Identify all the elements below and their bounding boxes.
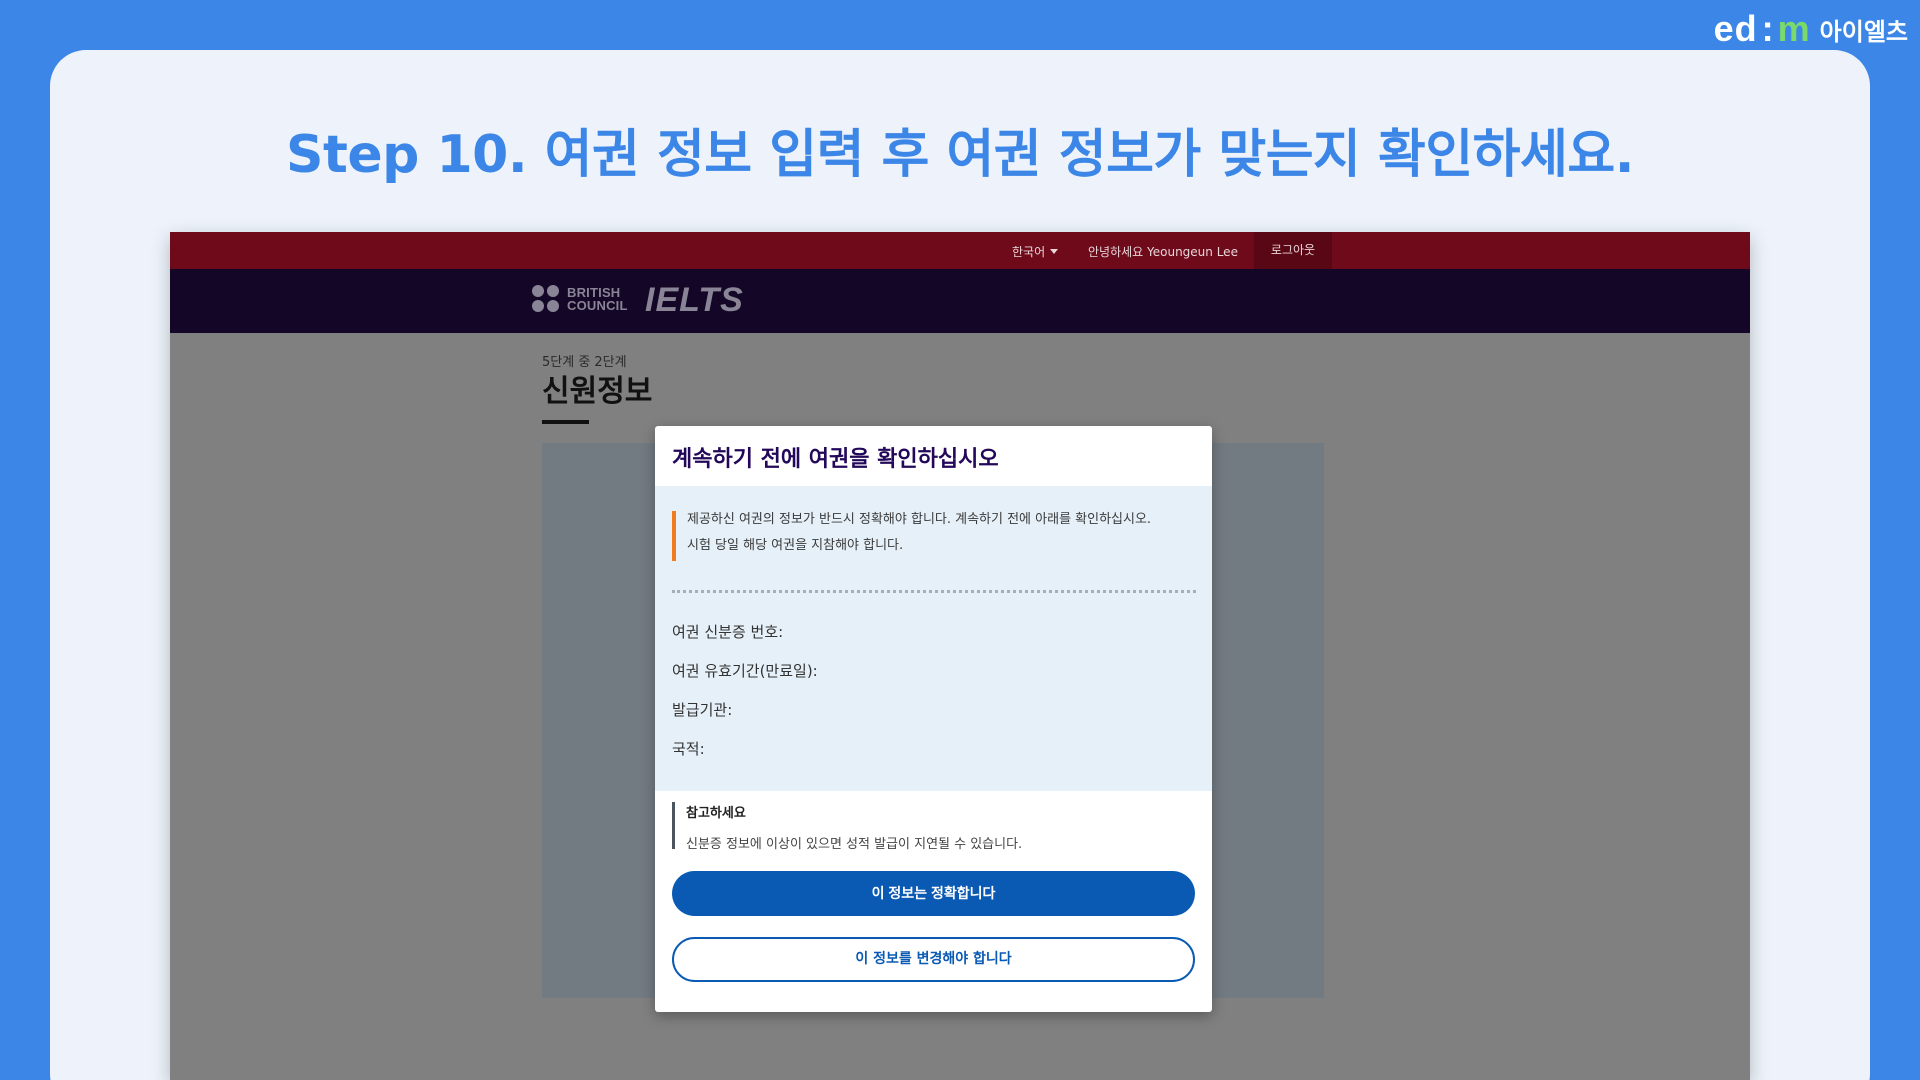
confirm-info-button[interactable]: 이 정보는 정확합니다 bbox=[672, 871, 1195, 916]
step-title: Step 10. 여권 정보 입력 후 여권 정보가 맞는지 확인하세요. bbox=[286, 125, 1634, 185]
language-selector[interactable]: 한국어 bbox=[1012, 243, 1059, 260]
dotted-divider bbox=[672, 590, 1196, 593]
title-underline bbox=[542, 420, 589, 424]
main-navbar: BRITISH COUNCIL IELTS bbox=[170, 269, 1750, 333]
nationality-label: 국적: bbox=[672, 740, 705, 758]
brand-logo-m: m bbox=[1777, 8, 1810, 49]
note-title: 참고하세요 bbox=[686, 806, 746, 821]
browser-screenshot: 한국어 안녕하세요 Yeoungeun Lee 로그아웃 BRITISH COU… bbox=[170, 232, 1750, 1080]
note-box: 참고하세요 신분증 정보에 이상이 있으면 성적 발급이 지연될 수 있습니다. bbox=[672, 802, 1192, 852]
british-council-dots-icon bbox=[532, 285, 559, 312]
change-info-button[interactable]: 이 정보를 변경해야 합니다 bbox=[672, 937, 1195, 982]
modal-title: 계속하기 전에 여권을 확인하십시오 bbox=[672, 447, 999, 472]
passport-confirm-modal: 계속하기 전에 여권을 확인하십시오 제공하신 여권의 정보가 반드시 정확해야… bbox=[655, 426, 1212, 1012]
british-council-logo[interactable]: BRITISH COUNCIL bbox=[532, 285, 628, 312]
ielts-logo[interactable]: IELTS bbox=[645, 281, 744, 320]
british-council-wordmark: BRITISH COUNCIL bbox=[567, 284, 628, 313]
logout-button[interactable]: 로그아웃 bbox=[1254, 232, 1332, 269]
passport-number-label: 여권 신분증 번호: bbox=[672, 623, 784, 641]
edm-brand-logo: ed: m 아이엘츠 bbox=[1714, 8, 1908, 50]
note-text: 신분증 정보에 이상이 있으면 성적 발급이 지연될 수 있습니다. bbox=[686, 837, 1023, 852]
passport-info-section: 제공하신 여권의 정보가 반드시 정확해야 합니다. 계속하기 전에 아래를 확… bbox=[655, 486, 1212, 791]
modal-header: 계속하기 전에 여권을 확인하십시오 bbox=[655, 426, 1212, 486]
top-utility-bar: 한국어 안녕하세요 Yeoungeun Lee 로그아웃 bbox=[170, 232, 1750, 269]
user-greeting: 안녕하세요 Yeoungeun Lee bbox=[1088, 245, 1238, 259]
brand-text: 아이엘츠 bbox=[1819, 17, 1908, 46]
chevron-down-icon bbox=[1050, 249, 1059, 254]
notice-box: 제공하신 여권의 정보가 반드시 정확해야 합니다. 계속하기 전에 아래를 확… bbox=[672, 511, 1192, 561]
brand-logo-colon: : bbox=[1761, 8, 1774, 49]
passport-expiry-label: 여권 유효기간(만료일): bbox=[672, 662, 818, 680]
page-title: 신원정보 bbox=[542, 374, 653, 409]
issuer-label: 발급기관: bbox=[672, 701, 733, 719]
language-label: 한국어 bbox=[1012, 245, 1046, 259]
brand-logo-ed: ed bbox=[1713, 8, 1758, 49]
